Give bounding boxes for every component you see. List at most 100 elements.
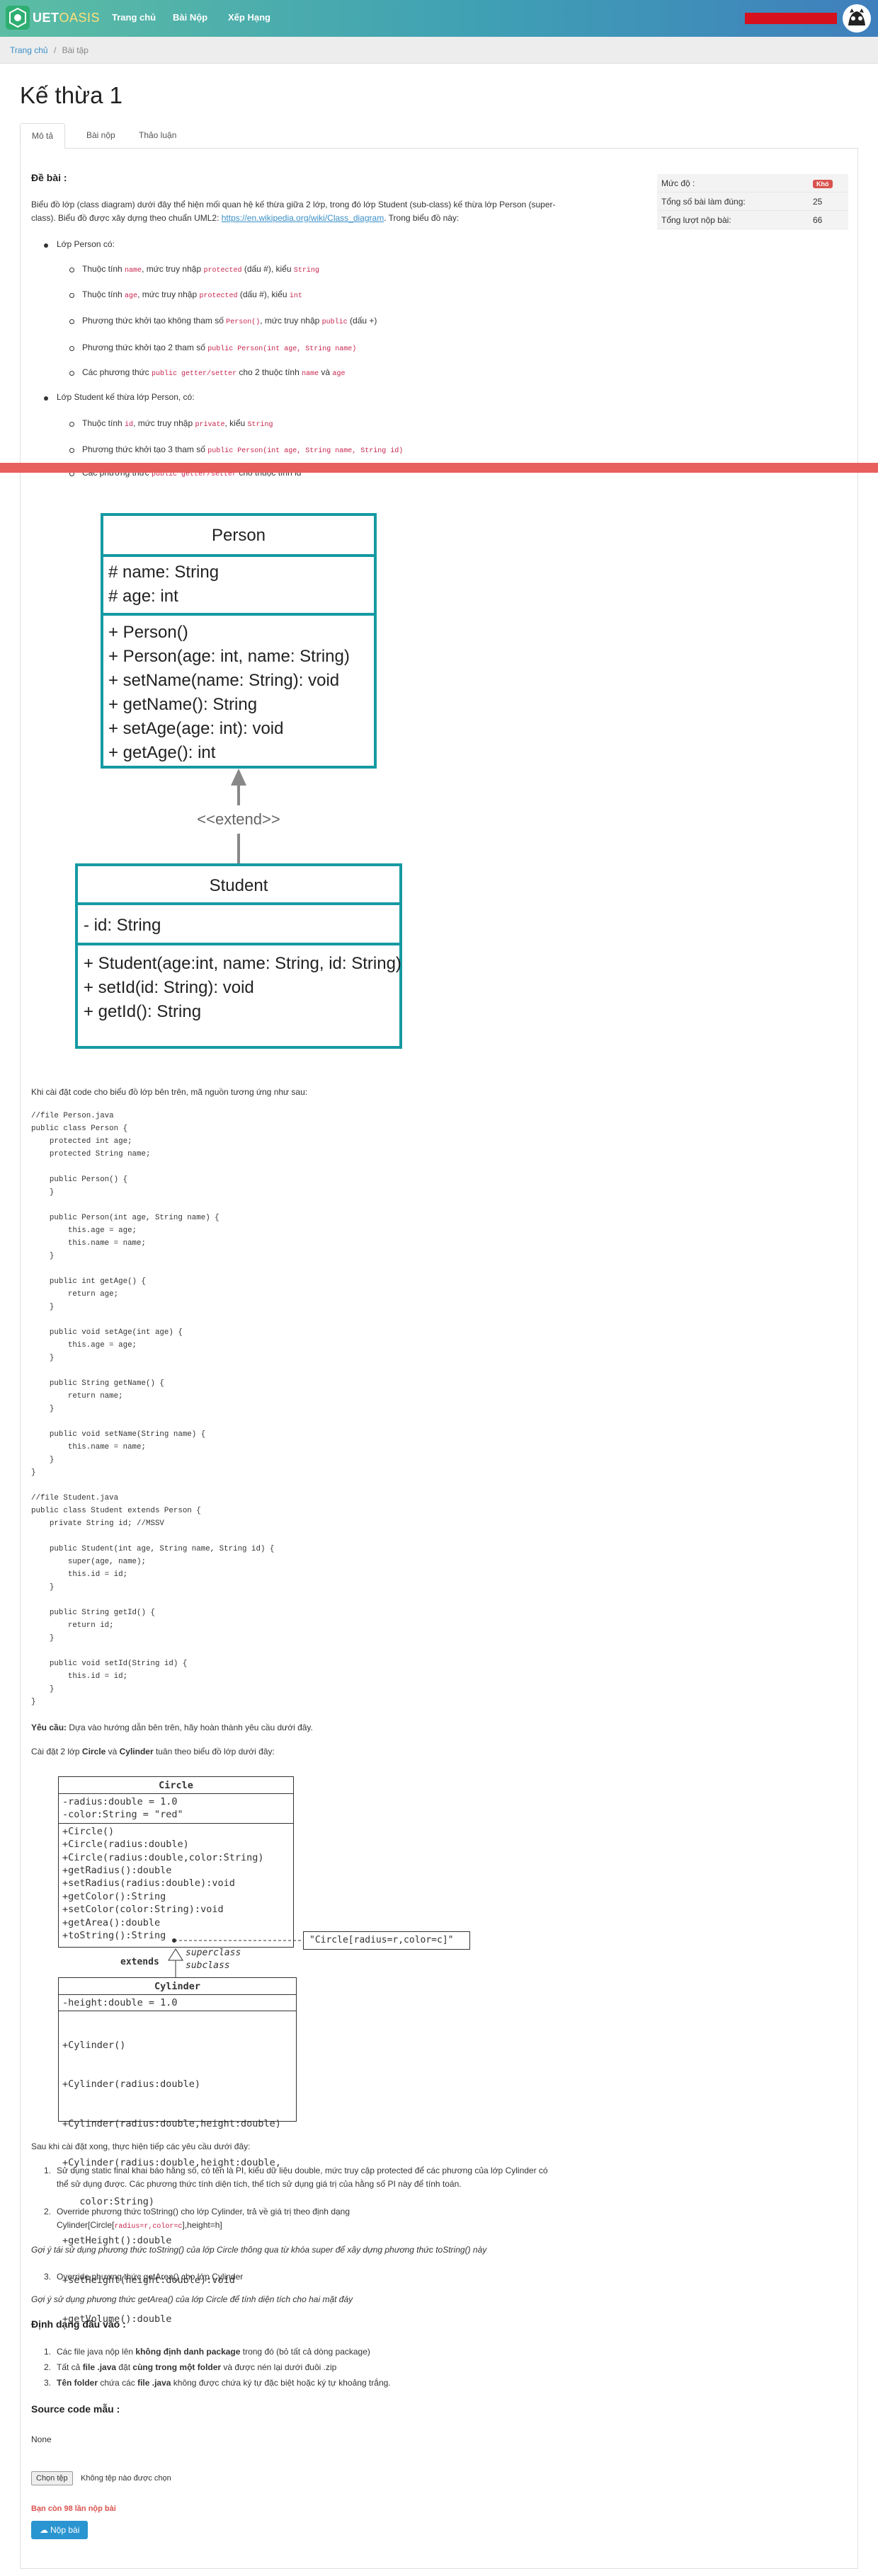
t: , mức truy nhập [142, 264, 204, 274]
after-intro: Sau khi cài đặt xong, thực hiện tiếp các… [31, 2141, 251, 2151]
uml-wiki-link[interactable]: https://en.wikipedia.org/wiki/Class_diag… [222, 213, 384, 223]
problem-heading: Đề bài : [31, 172, 67, 183]
overlay-band [0, 463, 878, 473]
intro-paragraph: Biểu đồ lớp (class diagram) dưới đây thể… [31, 198, 633, 225]
breadcrumb: Trang chủ / Bài tập [10, 45, 89, 55]
uml-method: +Circle(radius:double,color:String) [62, 1851, 264, 1863]
t: file .java [82, 2362, 117, 2372]
tab-bar: Mô tả Bài nộp Thảo luận [20, 123, 858, 149]
code: public Person(int age, String name) [207, 345, 357, 353]
requirement-classes: Cài đặt 2 lớp Circle và Cylinder tuân th… [31, 1745, 275, 1759]
brand-name[interactable]: UETOASIS [33, 11, 100, 25]
t: Phương thức khởi tạo không tham số [82, 316, 227, 326]
bullet [69, 371, 74, 376]
uml-method: +Cylinder(radius:double) [62, 2078, 201, 2091]
hint-tostring: Gợi ý tái sử dụng phương thức toString()… [31, 2245, 487, 2255]
uml-method: + getAge(): int [108, 743, 216, 762]
breadcrumb-sep: / [53, 45, 57, 55]
choose-file-button[interactable]: Chọn tệp [31, 2471, 73, 2485]
tab-description[interactable]: Mô tả [20, 123, 65, 149]
uml-method: + setAge(age: int): void [108, 719, 283, 738]
task-3: Override phương thức getArea() cho lớp C… [57, 2272, 244, 2282]
tostring-note: "Circle[radius=r,color=c]" [303, 1931, 470, 1950]
submit-button[interactable]: ☁ Nộp bài [31, 2521, 89, 2539]
tab-discussion[interactable]: Thảo luận [127, 123, 188, 149]
info-label: Mức độ : [661, 178, 695, 188]
student-item-2: Phương thức khởi tạo 3 tham số public Pe… [82, 443, 403, 458]
superclass-label: superclass [186, 1948, 241, 1958]
t: Cylinder[Circle[ [57, 2220, 115, 2230]
uml-attr: - id: String [84, 916, 161, 935]
nav-home[interactable]: Trang chủ [112, 12, 156, 23]
info-label: Tổng số bài làm đúng: [661, 197, 746, 207]
logo-icon[interactable] [6, 6, 30, 30]
user-name-redacted[interactable] [745, 13, 837, 24]
t: và [106, 1747, 120, 1756]
nav-submissions[interactable]: Bài Nộp [173, 12, 207, 23]
t: Thuộc tính [82, 418, 125, 428]
t: (dấu #), kiểu [237, 289, 290, 299]
bullet [69, 293, 74, 298]
t: cùng trong một folder [132, 2362, 222, 2372]
t: trong đó (bỏ tất cả dòng package) [240, 2347, 370, 2357]
t: , mức truy nhập [133, 418, 195, 428]
circle-class-name: Circle [59, 1777, 293, 1794]
person-item-4: Phương thức khởi tạo 2 tham số public Pe… [82, 341, 356, 356]
problem-info-table: Mức độ : Khó Tổng số bài làm đúng: 25 Tổng… [657, 174, 848, 229]
t: Thuộc tính [82, 289, 125, 299]
t: Các file java nộp lên [57, 2347, 136, 2357]
list-number: 1. [44, 2166, 52, 2175]
t: file .java [137, 2378, 171, 2388]
subclass-label: subclass [186, 1960, 230, 1971]
requirement-line: Yêu cầu: Dựa vào hướng dẫn bên trên, hãy… [31, 1721, 313, 1735]
t: không định danh package [135, 2347, 241, 2357]
info-row-level: Mức độ : Khó [657, 174, 848, 192]
remaining-submissions: Bạn còn 98 lần nộp bài [31, 2505, 116, 2513]
uml-method: +Cylinder(radius:double,height:double) [62, 2117, 281, 2129]
t: và [319, 367, 333, 377]
uml-attr: -color:String = "red" [62, 1809, 183, 1821]
upload-icon: ☁ [40, 2525, 48, 2535]
tab-submissions[interactable]: Bài nộp [75, 123, 127, 149]
t: cho 2 thuộc tính [236, 367, 302, 377]
code: name [302, 370, 319, 378]
t: Tên folder [57, 2378, 98, 2388]
brand-uet: UET [33, 11, 59, 25]
code: Person() [226, 318, 261, 326]
format-item-2: Tất cả file .java đặt cùng trong một fol… [57, 2361, 336, 2374]
avatar-icon[interactable] [843, 4, 871, 33]
person-item-1: Thuộc tính name, mức truy nhập protected… [82, 263, 319, 277]
t: , mức truy nhập [260, 316, 322, 326]
difficulty-badge: Khó [813, 180, 833, 188]
breadcrumb-home[interactable]: Trang chủ [10, 45, 48, 55]
bullet [69, 422, 74, 427]
t: đặt [116, 2362, 133, 2372]
code: name [125, 267, 142, 275]
nav-ranking[interactable]: Xếp Hạng [228, 12, 270, 23]
uml-method: +Circle(radius:double) [62, 1839, 189, 1851]
info-value: 25 [813, 197, 823, 207]
person-item-5: Các phương thức public getter/setter cho… [82, 366, 345, 381]
code: private [195, 421, 225, 429]
sample-code-value: None [31, 2434, 52, 2444]
list-number: 2. [44, 2207, 52, 2216]
intro-text-b: class). Biểu đồ được xây dựng theo chuẩn… [31, 213, 219, 223]
extend-label: <<extend>> [197, 810, 280, 828]
code-intro: Khi cài đặt code cho biểu đồ lớp bên trê… [31, 1087, 308, 1097]
student-list-title: Lớp Student kế thừa lớp Person, có: [57, 392, 195, 402]
t: Cài đặt 2 lớp [31, 1747, 82, 1756]
uml-method: +setRadius(radius:double):void [62, 1878, 235, 1890]
intro-text-a: Biểu đồ lớp (class diagram) dưới đây thể… [31, 200, 556, 209]
student-class-name: Student [210, 876, 268, 895]
uml-method: + Person() [108, 623, 188, 642]
t: Override phương thức toString() cho lớp … [57, 2207, 350, 2216]
req-label: Yêu cầu: [31, 1723, 67, 1732]
uml-method: + getName(): String [108, 695, 257, 714]
person-student-uml-diagram: Person # name: String # age: int + Perso… [75, 513, 402, 1049]
breadcrumb-current: Bài tập [62, 45, 89, 55]
bullet [69, 268, 74, 272]
t: Cylinder [119, 1747, 154, 1756]
uml-attr: # age: int [108, 587, 178, 606]
info-row-correct: Tổng số bài làm đúng: 25 [657, 192, 848, 211]
file-status: Không tệp nào được chọn [81, 2474, 171, 2483]
